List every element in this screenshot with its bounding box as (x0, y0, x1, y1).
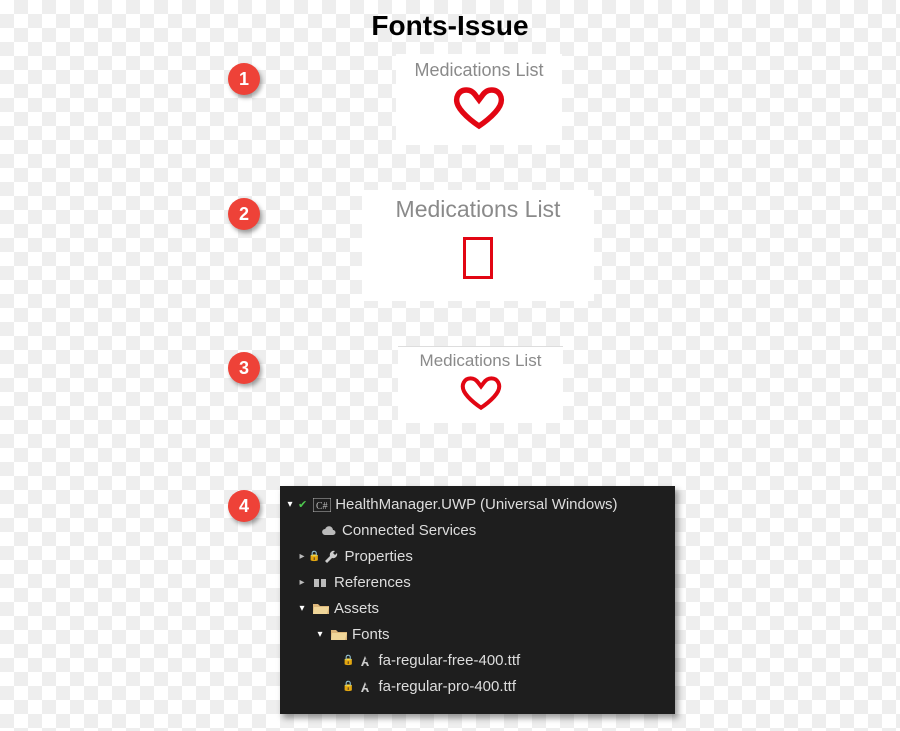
tree-item-references[interactable]: ▸ References (284, 570, 671, 596)
chevron-right-icon[interactable]: ▸ (296, 550, 308, 564)
references-icon (312, 574, 330, 592)
solution-explorer: ▾ ✔ C# HealthManager.UWP (Universal Wind… (280, 486, 675, 714)
callout-badge-4: 4 (228, 490, 260, 522)
lock-icon: 🔒 (342, 680, 354, 694)
tree-item-connected-services[interactable]: Connected Services (284, 518, 671, 544)
font-file-icon (356, 678, 374, 696)
card-3-label: Medications List (420, 351, 542, 371)
cloud-icon (320, 522, 338, 540)
assets-label: Assets (334, 599, 379, 619)
lock-icon: 🔒 (308, 550, 320, 564)
page-title: Fonts-Issue (0, 10, 900, 42)
card-2-label: Medications List (396, 196, 561, 223)
card-1: Medications List (396, 54, 562, 145)
callout-badge-3: 3 (228, 352, 260, 384)
chevron-down-icon[interactable]: ▾ (314, 628, 326, 642)
card-1-label: Medications List (414, 60, 543, 81)
font-file-2-label: fa-regular-pro-400.ttf (378, 677, 516, 697)
tree-item-font-file-1[interactable]: 🔒 fa-regular-free-400.ttf (284, 648, 671, 674)
card-3: Medications List (398, 346, 563, 423)
wrench-icon (322, 548, 340, 566)
tree-item-assets[interactable]: ▾ Assets (284, 596, 671, 622)
callout-badge-1: 1 (228, 63, 260, 95)
check-icon: ✔ (298, 498, 307, 513)
connected-services-label: Connected Services (342, 521, 476, 541)
font-file-icon (356, 652, 374, 670)
heart-icon (449, 81, 509, 135)
heart-icon (456, 371, 506, 415)
chevron-down-icon[interactable]: ▾ (284, 498, 296, 512)
callout-badge-2: 2 (228, 198, 260, 230)
missing-glyph-icon (463, 237, 493, 279)
tree-item-font-file-2[interactable]: 🔒 fa-regular-pro-400.ttf (284, 674, 671, 700)
tree-item-properties[interactable]: ▸ 🔒 Properties (284, 544, 671, 570)
svg-text:C#: C# (316, 501, 328, 512)
references-label: References (334, 573, 411, 593)
properties-label: Properties (344, 547, 412, 567)
lock-icon: 🔒 (342, 654, 354, 668)
fonts-label: Fonts (352, 625, 390, 645)
tree-item-project[interactable]: ▾ ✔ C# HealthManager.UWP (Universal Wind… (284, 492, 671, 518)
chevron-down-icon[interactable]: ▾ (296, 602, 308, 616)
tree-item-fonts[interactable]: ▾ Fonts (284, 622, 671, 648)
card-2: Medications List (362, 190, 594, 301)
chevron-right-icon[interactable]: ▸ (296, 576, 308, 590)
csharp-project-icon: C# (313, 496, 331, 514)
folder-open-icon (312, 600, 330, 618)
folder-open-icon (330, 626, 348, 644)
font-file-1-label: fa-regular-free-400.ttf (378, 651, 520, 671)
project-name: HealthManager.UWP (Universal Windows) (335, 495, 617, 515)
